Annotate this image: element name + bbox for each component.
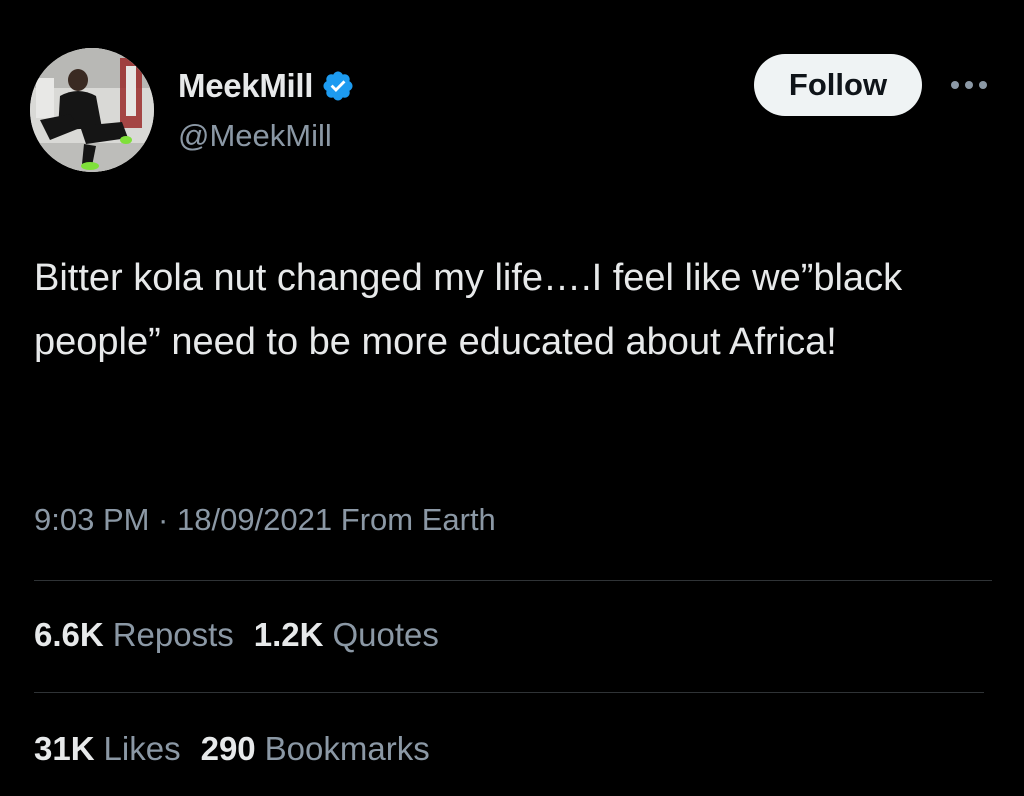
reposts-stat[interactable]: 6.6K Reposts — [34, 616, 234, 654]
divider — [34, 692, 984, 693]
reposts-label: Reposts — [112, 616, 234, 653]
likes-stat[interactable]: 31K Likes — [34, 730, 181, 768]
follow-button[interactable]: Follow — [754, 54, 922, 116]
avatar-image — [30, 48, 154, 172]
likes-count: 31K — [34, 730, 95, 767]
tweet-timestamp[interactable]: 9:03 PM · 18/09/2021 From Earth — [34, 502, 496, 538]
divider — [34, 580, 992, 581]
quotes-stat[interactable]: 1.2K Quotes — [254, 616, 439, 654]
bookmarks-label: Bookmarks — [264, 730, 430, 767]
author-name-row[interactable]: MeekMill — [178, 64, 355, 108]
quotes-count: 1.2K — [253, 616, 324, 653]
bookmarks-count: 290 — [200, 730, 256, 767]
bookmarks-stat[interactable]: 290 Bookmarks — [201, 730, 430, 768]
reposts-count: 6.6K — [34, 616, 104, 653]
tweet-text: Bitter kola nut changed my life….I feel … — [34, 257, 903, 363]
stats-row-engagement: 6.6K Reposts 1.2K Quotes — [34, 616, 459, 654]
display-name[interactable]: MeekMill — [178, 67, 313, 105]
stats-row-likes: 31K Likes 290 Bookmarks — [34, 730, 450, 768]
more-icon[interactable] — [944, 68, 994, 102]
avatar[interactable] — [30, 48, 154, 172]
author-handle[interactable]: @MeekMill — [178, 118, 332, 154]
verified-badge-icon — [321, 69, 355, 103]
quotes-label: Quotes — [332, 616, 439, 653]
likes-label: Likes — [103, 730, 181, 767]
